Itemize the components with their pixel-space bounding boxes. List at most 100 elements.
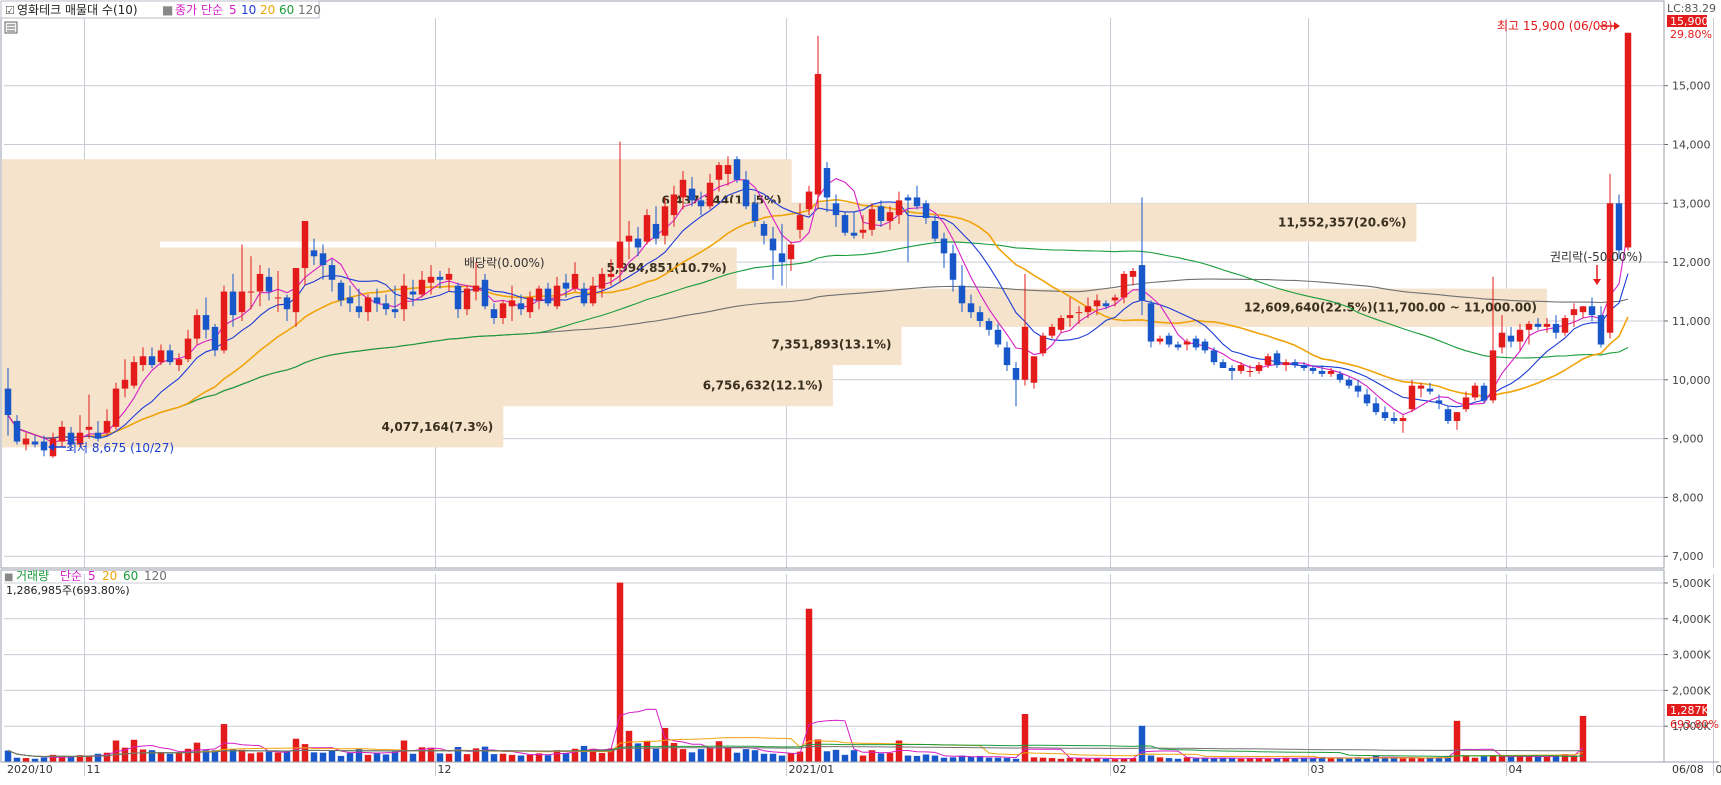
candle-body — [1382, 412, 1388, 418]
volume-bar — [1481, 756, 1487, 762]
candle-body — [509, 300, 515, 306]
candle-body — [437, 277, 443, 280]
candle — [1040, 333, 1046, 357]
candle-body — [617, 242, 623, 268]
candle-body — [986, 321, 992, 330]
volume-bar — [923, 754, 929, 762]
volume-bar — [788, 753, 794, 762]
candle-body — [356, 306, 362, 312]
candle-body — [842, 215, 848, 233]
volume-bar — [1220, 758, 1226, 762]
candle-body — [59, 427, 65, 442]
candle-body — [104, 421, 110, 433]
candle-body — [914, 197, 920, 206]
candle-body — [1580, 306, 1586, 312]
candle-body — [230, 292, 236, 316]
volume-bar — [302, 744, 308, 762]
candle-body — [248, 292, 254, 293]
candle-body — [635, 239, 641, 248]
candle-body — [1607, 203, 1613, 332]
candle-body — [32, 442, 38, 445]
candle-body — [815, 74, 821, 195]
chart-canvas[interactable]: 1,286,985(2.3%)0(0.0%)0(0.0%)6,437,344(1… — [0, 0, 1721, 781]
candle-body — [923, 203, 929, 218]
volume-bar — [1337, 758, 1343, 762]
volume-bar — [968, 757, 974, 762]
candle-body — [158, 350, 164, 362]
candle-body — [1571, 309, 1577, 315]
candle — [1625, 33, 1631, 251]
candle-body — [977, 312, 983, 321]
legend-ma60: 60 — [279, 3, 294, 17]
price-badge: 15,900 — [1670, 15, 1709, 28]
volume-bar — [1310, 758, 1316, 762]
volume-bar — [1157, 757, 1163, 762]
high-price-annotation: 최고 15,900 (06/08) — [1497, 19, 1613, 33]
candle-body — [1220, 362, 1226, 368]
candle-body — [1328, 371, 1334, 374]
candle-body — [1067, 315, 1073, 318]
volume-bar — [770, 754, 776, 762]
candle-body — [23, 439, 29, 445]
volume-bar — [1292, 758, 1298, 762]
candle-body — [257, 274, 263, 292]
candle — [221, 286, 227, 354]
candle-body — [266, 277, 272, 292]
candle-body — [1373, 403, 1379, 412]
volume-bar — [1166, 758, 1172, 762]
volume-bar — [716, 741, 722, 762]
candle-body — [1121, 274, 1127, 298]
candle-body — [1148, 303, 1154, 341]
candle-body — [527, 297, 533, 312]
price-tick-label: 10,000 — [1672, 374, 1711, 387]
volume-bar — [284, 751, 290, 762]
volume-bar — [131, 740, 137, 762]
volume-bar — [1526, 757, 1532, 762]
candle-body — [1517, 330, 1523, 342]
legend-checkbox-close-icon[interactable]: ■ — [162, 3, 173, 17]
volume-bar — [644, 741, 650, 762]
candle-body — [1184, 342, 1190, 345]
legend-close-label: 종가 — [175, 3, 197, 17]
candle-body — [1166, 336, 1172, 345]
volume-bar — [1076, 758, 1082, 762]
candle-body — [1301, 365, 1307, 368]
legend-ma20: 20 — [260, 3, 275, 17]
candle-body — [1364, 394, 1370, 403]
volume-bar — [275, 753, 281, 762]
candle-body — [779, 253, 785, 262]
legend-checkbox-icon[interactable]: ☑ — [5, 4, 15, 17]
volume-bar — [1418, 758, 1424, 762]
stock-chart-window: 1,286,985(2.3%)0(0.0%)0(0.0%)6,437,344(1… — [0, 0, 1721, 781]
candle-body — [1598, 315, 1604, 344]
legend-title[interactable]: 영화테크 매물대 수(10) — [17, 3, 138, 17]
candle-body — [599, 274, 605, 289]
candle-body — [1454, 412, 1460, 421]
volume-bar — [14, 758, 20, 762]
candle-body — [95, 433, 101, 439]
candle-body — [212, 327, 218, 351]
candle-body — [995, 330, 1001, 345]
x-tick-label: 03 — [1311, 763, 1325, 776]
volume-bar — [1400, 758, 1406, 762]
volume-badge: 1,287K — [1670, 704, 1709, 717]
candle-body — [1130, 271, 1136, 277]
volume-bar — [1256, 758, 1262, 762]
volume-bar — [1211, 758, 1217, 762]
volume-bar — [1031, 757, 1037, 762]
candle-body — [167, 350, 173, 362]
candle-body — [1526, 324, 1532, 330]
volume-legend-title[interactable]: 거래량 — [16, 569, 49, 583]
candle-body — [347, 297, 353, 303]
volume-bar — [86, 756, 92, 762]
volume-legend-checkbox-icon[interactable]: ■ — [4, 572, 13, 583]
volume-bar — [824, 751, 830, 762]
price-zone-label: 6,756,632(12.1%) — [703, 379, 823, 393]
candle — [734, 156, 740, 182]
volume-bar — [329, 750, 335, 762]
volume-bar — [617, 583, 623, 762]
settings-icon[interactable] — [5, 22, 17, 33]
candle-body — [770, 239, 776, 251]
candle-body — [878, 206, 884, 221]
candle-body — [1193, 339, 1199, 348]
